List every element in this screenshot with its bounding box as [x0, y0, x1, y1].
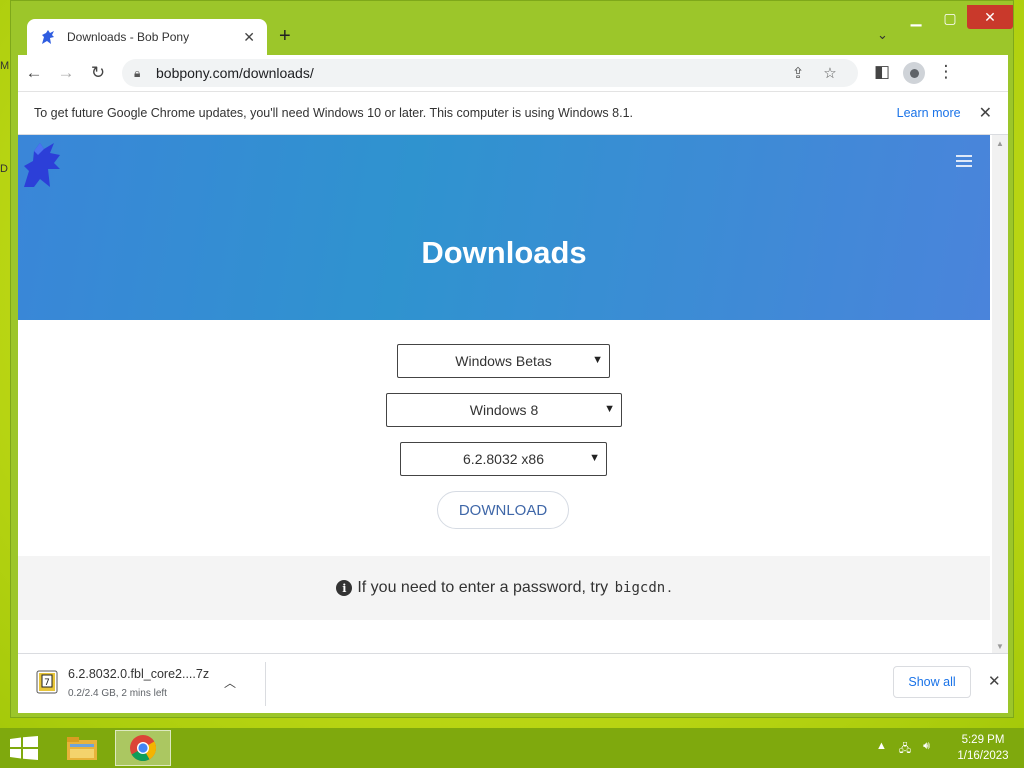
show-all-button[interactable]: Show all: [893, 666, 971, 698]
learn-more-link[interactable]: Learn more: [897, 106, 961, 120]
more-menu-icon[interactable]: ⋮: [930, 62, 962, 84]
desktop-icon-label: D: [0, 163, 8, 175]
infobar-close-icon[interactable]: ✕: [979, 103, 992, 123]
tab-search-button[interactable]: ⌄: [877, 27, 888, 43]
scroll-down-icon[interactable]: ▼: [996, 642, 1004, 651]
address-bar[interactable]: 🔒︎ bobpony.com/downloads/ ⇪ ☆: [122, 59, 858, 87]
notice-code: bigcdn: [614, 580, 666, 596]
taskbar-clock[interactable]: 5:29 PM 1/16/2023: [950, 732, 1016, 764]
tray-expand-icon[interactable]: ▲: [876, 740, 887, 759]
chrome-icon: [130, 735, 157, 762]
infobar-message: To get future Google Chrome updates, you…: [34, 106, 633, 120]
back-arrow-icon[interactable]: ←: [18, 63, 50, 83]
reload-icon[interactable]: ↻: [82, 63, 114, 83]
tab-downloads[interactable]: Downloads - Bob Pony ✕: [27, 19, 267, 55]
url-text[interactable]: bobpony.com/downloads/: [156, 65, 782, 81]
bobpony-favicon-icon: [42, 30, 54, 44]
page-title: Downloads: [421, 235, 587, 270]
taskbar: ▲ 🖧︎ 🔊︎ 5:29 PM 1/16/2023: [0, 728, 1024, 768]
version-select-value: Windows 8: [469, 402, 539, 418]
chevron-down-icon: ▼: [604, 403, 615, 415]
tab-title: Downloads - Bob Pony: [67, 30, 190, 44]
folder-icon: [67, 737, 97, 760]
profile-avatar-icon[interactable]: [903, 62, 925, 84]
chevron-down-icon: ▼: [592, 354, 603, 366]
shelf-close-icon[interactable]: ✕: [988, 672, 1001, 690]
download-status: 0.2/2.4 GB, 2 mins left: [68, 688, 167, 699]
download-item[interactable]: 7 6.2.8032.0.fbl_core2....7z 0.2/2.4 GB,…: [18, 662, 266, 706]
windows-start-icon[interactable]: [10, 736, 38, 760]
bookmark-star-icon[interactable]: ☆: [814, 64, 846, 82]
chevron-down-icon: ▼: [589, 452, 600, 464]
title-bar: Downloads - Bob Pony ✕ + ⌄ ▁ ▢ ✕: [11, 1, 1013, 55]
scroll-up-icon[interactable]: ▲: [996, 139, 1004, 148]
category-select-value: Windows Betas: [455, 353, 552, 369]
lock-icon[interactable]: 🔒︎: [134, 66, 152, 81]
page-hero-banner: Downloads: [18, 135, 990, 320]
hamburger-menu-icon[interactable]: [956, 155, 972, 170]
chrome-taskbar-button[interactable]: [115, 730, 171, 766]
side-panel-icon[interactable]: ◧: [866, 62, 898, 84]
version-select[interactable]: Windows 8 ▼: [386, 393, 622, 427]
update-infobar: To get future Google Chrome updates, you…: [18, 91, 1008, 135]
build-select[interactable]: 6.2.8032 x86 ▼: [400, 442, 607, 476]
minimize-button[interactable]: ▁: [899, 5, 933, 31]
page-viewport: Downloads Windows Betas ▼ Windows 8 ▼ 6.…: [18, 135, 1008, 653]
close-window-button[interactable]: ✕: [967, 5, 1013, 29]
network-icon[interactable]: 🖧︎: [899, 740, 911, 759]
clock-time: 5:29 PM: [961, 734, 1005, 746]
download-button[interactable]: DOWNLOAD: [437, 491, 569, 529]
new-tab-button[interactable]: +: [279, 25, 291, 48]
notice-text: If you need to enter a password, try: [357, 579, 609, 596]
download-file-name: 6.2.8032.0.fbl_core2....7z: [68, 667, 210, 681]
chrome-window: Downloads - Bob Pony ✕ + ⌄ ▁ ▢ ✕ ← → ↻ 🔒…: [10, 0, 1014, 718]
maximize-button[interactable]: ▢: [933, 5, 967, 31]
info-icon: i: [336, 580, 353, 596]
archive-file-icon: 7: [36, 670, 58, 694]
browser-toolbar: ← → ↻ 🔒︎ bobpony.com/downloads/ ⇪ ☆ ◧ ⋮: [18, 55, 1008, 91]
svg-text:7: 7: [44, 678, 50, 688]
category-select[interactable]: Windows Betas ▼: [397, 344, 610, 378]
page-scrollbar[interactable]: ▲ ▼: [992, 135, 1008, 653]
file-explorer-taskbar-button[interactable]: [54, 730, 110, 766]
download-shelf: 7 6.2.8032.0.fbl_core2....7z 0.2/2.4 GB,…: [18, 653, 1008, 713]
build-select-value: 6.2.8032 x86: [463, 451, 544, 467]
notice-end: .: [667, 579, 672, 596]
desktop-icon-label: M: [0, 60, 10, 72]
chevron-up-icon[interactable]: ︿: [224, 674, 236, 691]
tab-close-icon[interactable]: ✕: [243, 29, 255, 46]
bobpony-logo-icon[interactable]: [20, 139, 64, 189]
forward-arrow-icon[interactable]: →: [50, 63, 82, 83]
system-tray: ▲ 🖧︎ 🔊︎: [876, 740, 930, 759]
clock-date: 1/16/2023: [957, 750, 1009, 762]
share-icon[interactable]: ⇪: [782, 64, 814, 82]
volume-icon[interactable]: 🔊︎: [923, 740, 930, 759]
password-notice: i If you need to enter a password, try b…: [18, 556, 990, 620]
